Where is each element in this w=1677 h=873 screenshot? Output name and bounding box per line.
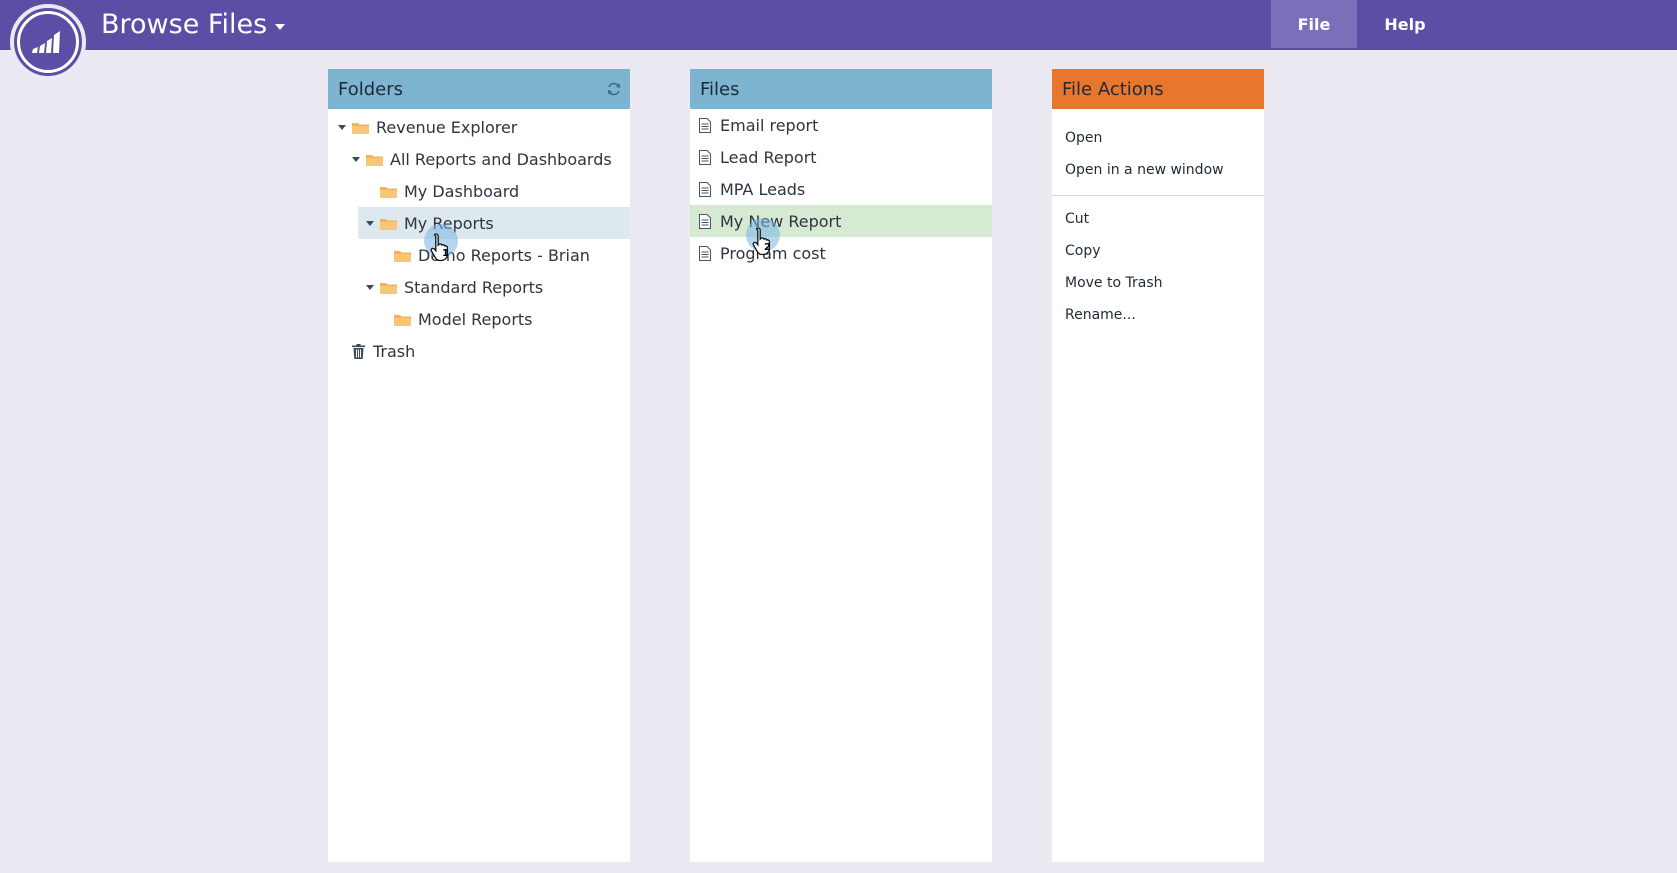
trash-icon — [352, 343, 365, 359]
file-mpa-leads[interactable]: MPA Leads — [690, 173, 992, 205]
expand-triangle-icon[interactable] — [338, 124, 346, 130]
action-copy[interactable]: Copy — [1065, 241, 1101, 261]
folder-icon — [366, 154, 383, 166]
tree-item-label: Standard Reports — [404, 277, 544, 297]
file-actions-panel: File Actions Open Open in a new window C… — [1052, 69, 1264, 862]
folder-icon — [380, 282, 397, 294]
folder-all-reports-and-dashboards[interactable]: All Reports and Dashboards — [352, 143, 630, 175]
tree-item-label: Model Reports — [418, 309, 533, 329]
file-lead-report[interactable]: Lead Report — [690, 141, 992, 173]
folder-revenue-explorer[interactable]: Revenue Explorer — [338, 111, 630, 143]
action-rename[interactable]: Rename... — [1065, 305, 1136, 325]
document-icon — [699, 181, 711, 197]
app-title: Browse Files — [101, 9, 268, 40]
folder-standard-reports[interactable]: Standard Reports — [366, 271, 630, 303]
folders-header: Folders — [328, 69, 630, 109]
files-header: Files — [690, 69, 992, 109]
browse-files-dropdown[interactable]: Browse Files — [101, 8, 286, 42]
refresh-icon[interactable] — [606, 81, 622, 97]
expand-triangle-icon[interactable] — [352, 156, 360, 162]
menu-help[interactable]: Help — [1362, 0, 1448, 48]
action-divider — [1052, 195, 1264, 196]
file-label: Lead Report — [720, 147, 817, 167]
document-icon — [699, 149, 711, 165]
document-icon — [699, 117, 711, 133]
cursor-step-number: 2 — [764, 242, 771, 253]
tree-item-label: My Dashboard — [404, 181, 520, 201]
document-icon — [699, 213, 711, 229]
tree-item-label: All Reports and Dashboards — [390, 149, 612, 169]
folder-icon — [394, 250, 411, 262]
file-actions-header: File Actions — [1052, 69, 1264, 109]
folder-icon — [352, 122, 369, 134]
folder-icon — [394, 314, 411, 326]
file-program-cost[interactable]: Program cost — [690, 237, 992, 269]
chevron-down-icon — [275, 24, 286, 30]
tree-item-label: Revenue Explorer — [376, 117, 518, 137]
folder-demo-reports-brian[interactable]: Demo Reports - Brian — [380, 239, 630, 271]
files-title: Files — [700, 78, 740, 100]
tree-item-label: Trash — [373, 341, 416, 361]
files-panel: Files Email report Lead Report MPA Leads… — [690, 69, 992, 862]
action-cut[interactable]: Cut — [1065, 209, 1089, 229]
folder-my-reports[interactable]: My Reports — [358, 207, 630, 239]
folders-title: Folders — [338, 78, 404, 100]
folder-model-reports[interactable]: Model Reports — [380, 303, 630, 335]
document-icon — [699, 245, 711, 261]
marketo-logo-icon[interactable] — [10, 4, 86, 80]
menu-file[interactable]: File — [1271, 0, 1357, 48]
expand-triangle-icon[interactable] — [366, 284, 374, 290]
cursor-step-number: 1 — [442, 248, 449, 259]
folder-icon — [380, 218, 397, 230]
click-step-1-cursor: 1 — [424, 224, 464, 272]
action-open-new-window[interactable]: Open in a new window — [1065, 160, 1224, 180]
file-label: MPA Leads — [720, 179, 806, 199]
file-my-new-report[interactable]: My New Report — [690, 205, 992, 237]
folder-icon — [380, 186, 397, 198]
click-step-2-cursor: 2 — [746, 218, 786, 266]
file-email-report[interactable]: Email report — [690, 109, 992, 141]
folder-trash[interactable]: Trash — [352, 335, 630, 367]
action-move-to-trash[interactable]: Move to Trash — [1065, 273, 1163, 293]
file-label: Email report — [720, 115, 819, 135]
action-open[interactable]: Open — [1065, 128, 1102, 148]
expand-triangle-icon[interactable] — [366, 220, 374, 226]
folders-panel: Folders Revenue Explorer All Reports and… — [328, 69, 630, 862]
folder-my-dashboard[interactable]: My Dashboard — [366, 175, 630, 207]
file-actions-title: File Actions — [1062, 78, 1164, 100]
